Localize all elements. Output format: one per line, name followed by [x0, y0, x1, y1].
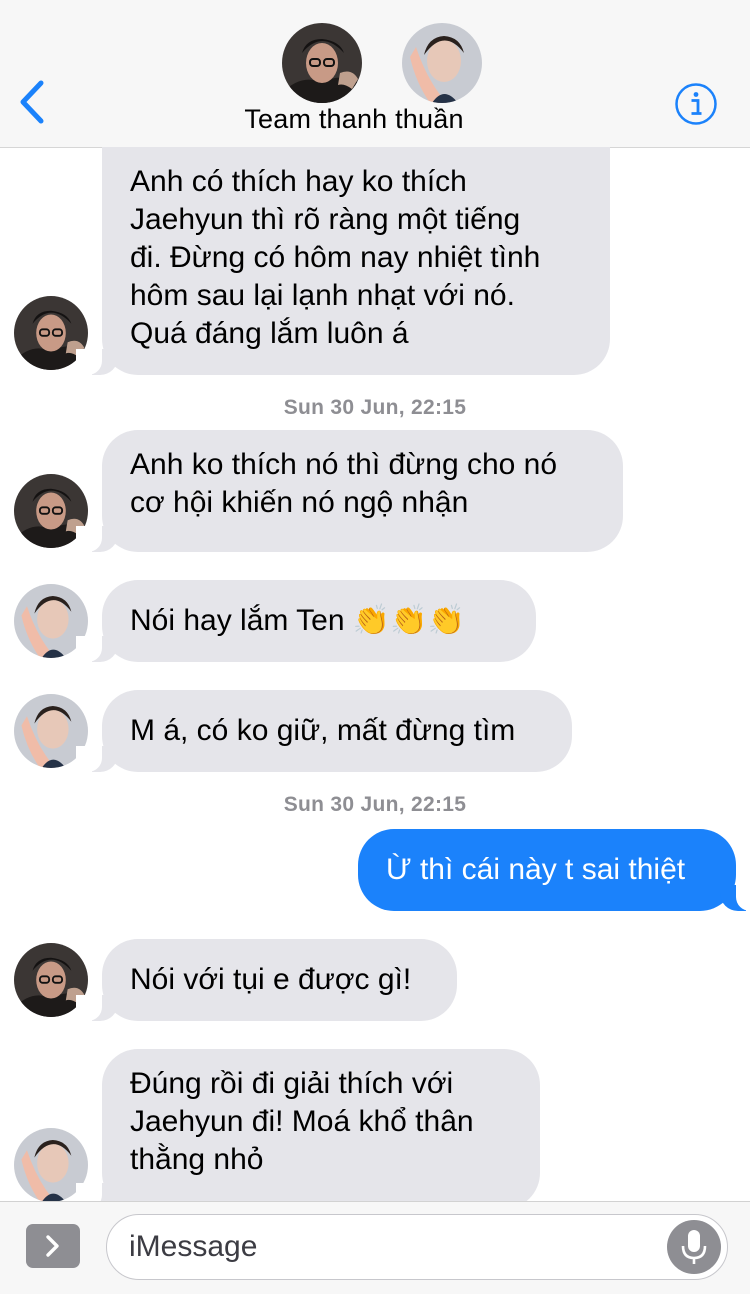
message-bubble[interactable]: Nói với tụi e được gì!: [76, 939, 457, 1021]
message-timestamp: Sun 30 Jun, 22:15: [283, 396, 467, 419]
message-bubble[interactable]: Anh ko thích nó thì đừng cho nó cơ hội k…: [76, 430, 623, 552]
message-bubble[interactable]: Nói hay lắm Ten 👏👏👏: [76, 580, 536, 662]
message-bubble[interactable]: Đúng rồi đi giải thích với Jaehyun đi! M…: [76, 1049, 540, 1209]
compose-bar: [0, 1201, 750, 1294]
conversation-title[interactable]: Team thanh thuần: [0, 104, 708, 135]
group-member-avatar-friend[interactable]: [402, 23, 482, 103]
info-button[interactable]: [672, 80, 720, 128]
chevron-right-icon: [46, 1235, 59, 1257]
message-bubble[interactable]: M á, có ko giữ, mất đừng tìm: [76, 690, 572, 772]
expand-apps-button[interactable]: [26, 1224, 80, 1268]
message-timestamp: Sun 30 Jun, 22:15: [283, 793, 467, 816]
conversation-header: Team thanh thuần: [0, 0, 750, 148]
message-bubble[interactable]: Anh có thích hay ko thích Jaehyun thì rõ…: [76, 147, 610, 375]
sent-message-bubble[interactable]: Ừ thì cái này t sai thiệt: [358, 829, 750, 911]
info-icon: [675, 83, 717, 125]
group-member-avatar-ten[interactable]: [282, 23, 362, 103]
message-input[interactable]: [127, 1215, 651, 1279]
microphone-icon: [681, 1230, 707, 1264]
microphone-button[interactable]: [667, 1220, 721, 1274]
message-input-container[interactable]: [106, 1214, 728, 1280]
